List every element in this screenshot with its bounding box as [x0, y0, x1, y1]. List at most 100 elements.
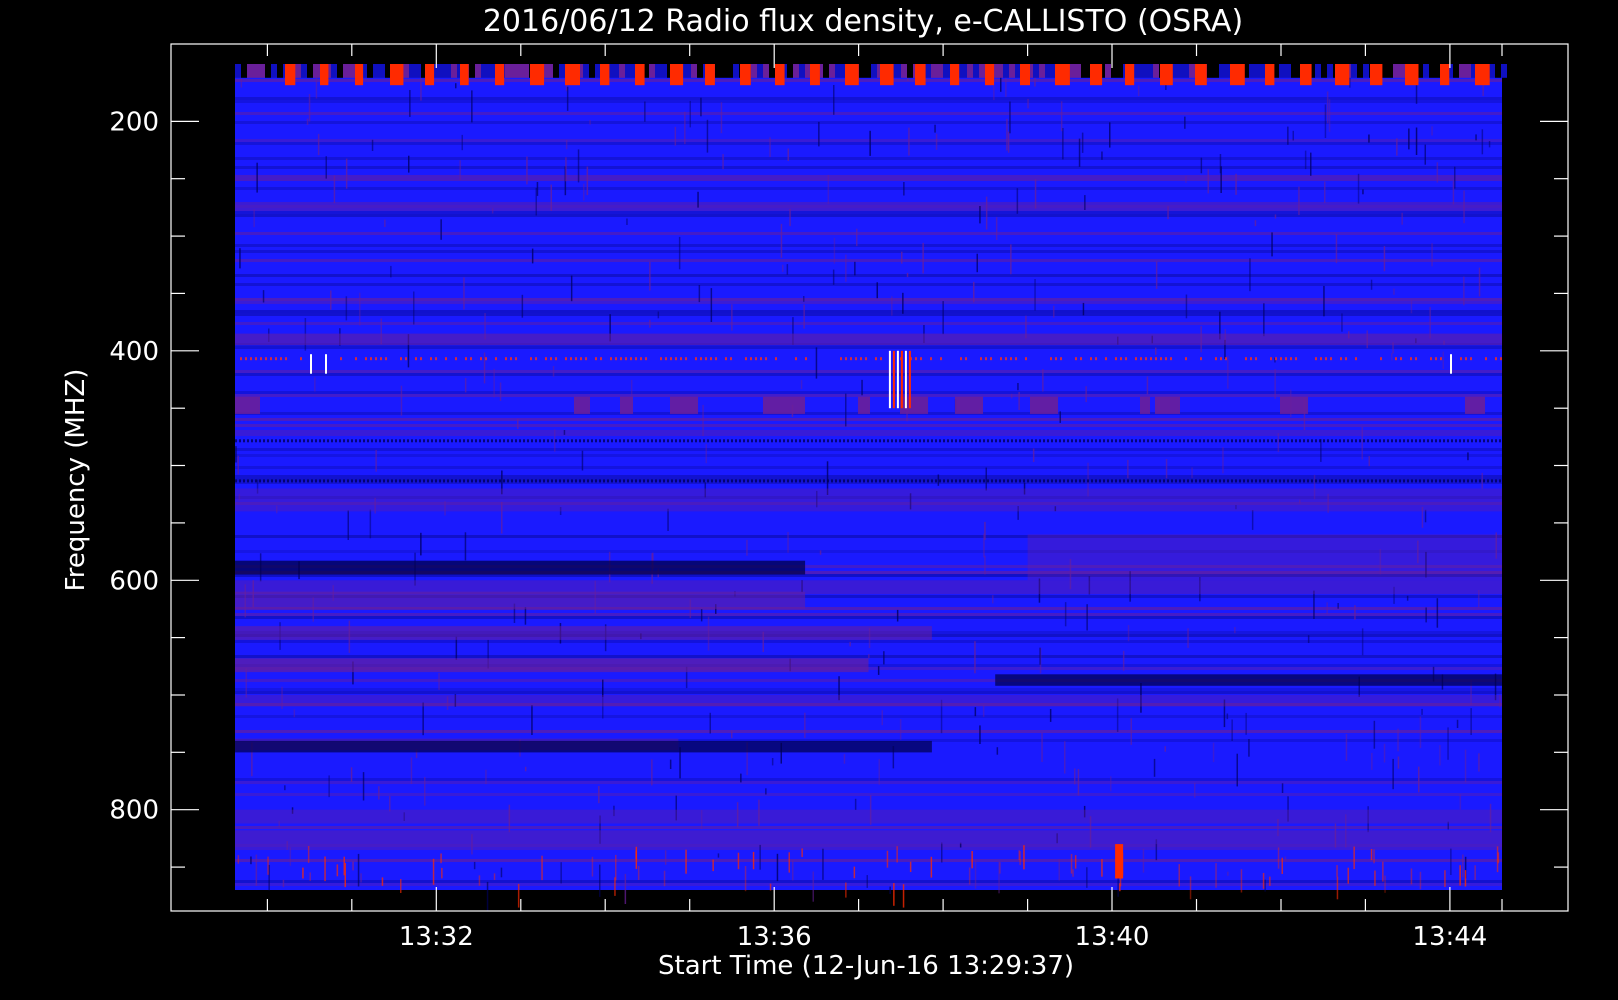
- interference-dot: [907, 479, 909, 483]
- heatmap-speckle: [1034, 279, 1036, 311]
- top-band-cell: [907, 64, 913, 78]
- interference-dot: [1215, 357, 1217, 361]
- heatmap-speckle: [1436, 598, 1439, 628]
- interference-dot: [1107, 479, 1109, 483]
- periodic-emission: [1160, 64, 1173, 86]
- interference-dot: [685, 357, 687, 361]
- heatmap-speckle: [906, 272, 909, 278]
- interference-dot: [915, 439, 917, 443]
- interference-dot: [1355, 479, 1357, 483]
- heatmap-speckle: [1084, 195, 1086, 210]
- interference-dot: [1343, 439, 1345, 443]
- heatmap-speckle: [1155, 261, 1158, 289]
- heatmap-speckle: [878, 759, 880, 785]
- interference-dot: [265, 357, 267, 361]
- heatmap-speckle: [985, 467, 987, 491]
- periodic-emission: [565, 64, 580, 86]
- top-band-cell: [799, 64, 805, 78]
- interference-dot: [1220, 357, 1222, 361]
- interference-dot: [487, 439, 489, 443]
- interference-dot: [895, 479, 897, 483]
- interference-dot: [955, 439, 957, 443]
- interference-dot: [663, 439, 665, 443]
- heatmap-stripe: [235, 373, 1502, 376]
- heatmap-speckle: [979, 206, 981, 224]
- heatmap-stripe: [235, 883, 1502, 886]
- heatmap-speckle: [752, 851, 755, 870]
- interference-dot: [335, 439, 337, 443]
- interference-dot: [365, 357, 367, 361]
- heatmap-speckle: [800, 380, 803, 390]
- interference-dot: [1435, 439, 1437, 443]
- interference-dot: [580, 357, 582, 361]
- heatmap-speckle: [589, 120, 591, 125]
- heatmap-speckle: [390, 265, 392, 278]
- interference-dot: [550, 357, 552, 361]
- heatmap-speckle: [971, 851, 973, 869]
- interference-dot: [751, 479, 753, 483]
- interference-dot: [1431, 439, 1433, 443]
- y-tick-label: 400: [109, 337, 159, 367]
- periodic-emission: [1020, 64, 1030, 86]
- interference-dot: [611, 479, 613, 483]
- heatmap-speckle: [1016, 188, 1019, 214]
- interference-dot: [1019, 479, 1021, 483]
- interference-dot: [1400, 357, 1402, 361]
- interference-dot: [1111, 479, 1113, 483]
- heatmap-speckle: [1313, 590, 1315, 619]
- periodic-emission: [1055, 64, 1070, 86]
- heatmap-speckle: [782, 264, 784, 272]
- interference-dot: [423, 439, 425, 443]
- top-band-cell: [1249, 64, 1255, 78]
- interference-dot: [531, 439, 533, 443]
- interference-dot: [859, 479, 861, 483]
- heatmap-speckle: [995, 217, 998, 240]
- interference-dot: [1315, 439, 1317, 443]
- interference-dot: [775, 439, 777, 443]
- periodic-emission: [425, 64, 435, 86]
- interference-dot: [855, 479, 857, 483]
- interference-dot: [483, 479, 485, 483]
- interference-dot: [671, 439, 673, 443]
- heatmap-speckle: [317, 133, 320, 156]
- interference-dot: [491, 479, 493, 483]
- heatmap-speckle: [1234, 627, 1236, 634]
- interference-dot: [1119, 479, 1121, 483]
- heatmap-speckle: [517, 418, 519, 429]
- heatmap-speckle: [731, 304, 733, 331]
- interference-dot: [343, 439, 345, 443]
- periodic-emission: [600, 64, 610, 86]
- heatmap-speckle: [1058, 859, 1060, 881]
- top-band-cell: [1501, 64, 1507, 78]
- interference-dot: [1467, 479, 1469, 483]
- interference-dot: [711, 479, 713, 483]
- interference-dot: [999, 439, 1001, 443]
- interference-dot: [1500, 357, 1502, 361]
- heatmap-stripe: [235, 424, 1502, 427]
- interference-dot: [1135, 439, 1137, 443]
- spike: [310, 354, 312, 374]
- emission-band: [1027, 534, 1502, 581]
- top-band-cell: [517, 64, 523, 78]
- heatmap-speckle: [937, 474, 940, 486]
- heatmap-speckle: [877, 666, 880, 675]
- interference-dot: [430, 357, 432, 361]
- interference-dot: [1479, 439, 1481, 443]
- interference-dot: [1371, 479, 1373, 483]
- heatmap-speckle: [1418, 766, 1420, 793]
- heatmap-speckle: [237, 455, 239, 475]
- heatmap-speckle: [832, 269, 835, 285]
- interference-dot: [651, 439, 653, 443]
- interference-dot: [871, 479, 873, 483]
- heatmap-speckle: [1337, 603, 1339, 609]
- interference-dot: [1075, 439, 1077, 443]
- interference-dot: [385, 357, 387, 361]
- interference-dot: [635, 479, 637, 483]
- absorption-band: [235, 560, 806, 575]
- interference-dot: [267, 479, 269, 483]
- periodic-emission: [915, 64, 926, 86]
- interference-dot: [1207, 479, 1209, 483]
- interference-dot: [975, 479, 977, 483]
- interference-dot: [947, 439, 949, 443]
- heatmap-speckle: [1122, 650, 1125, 671]
